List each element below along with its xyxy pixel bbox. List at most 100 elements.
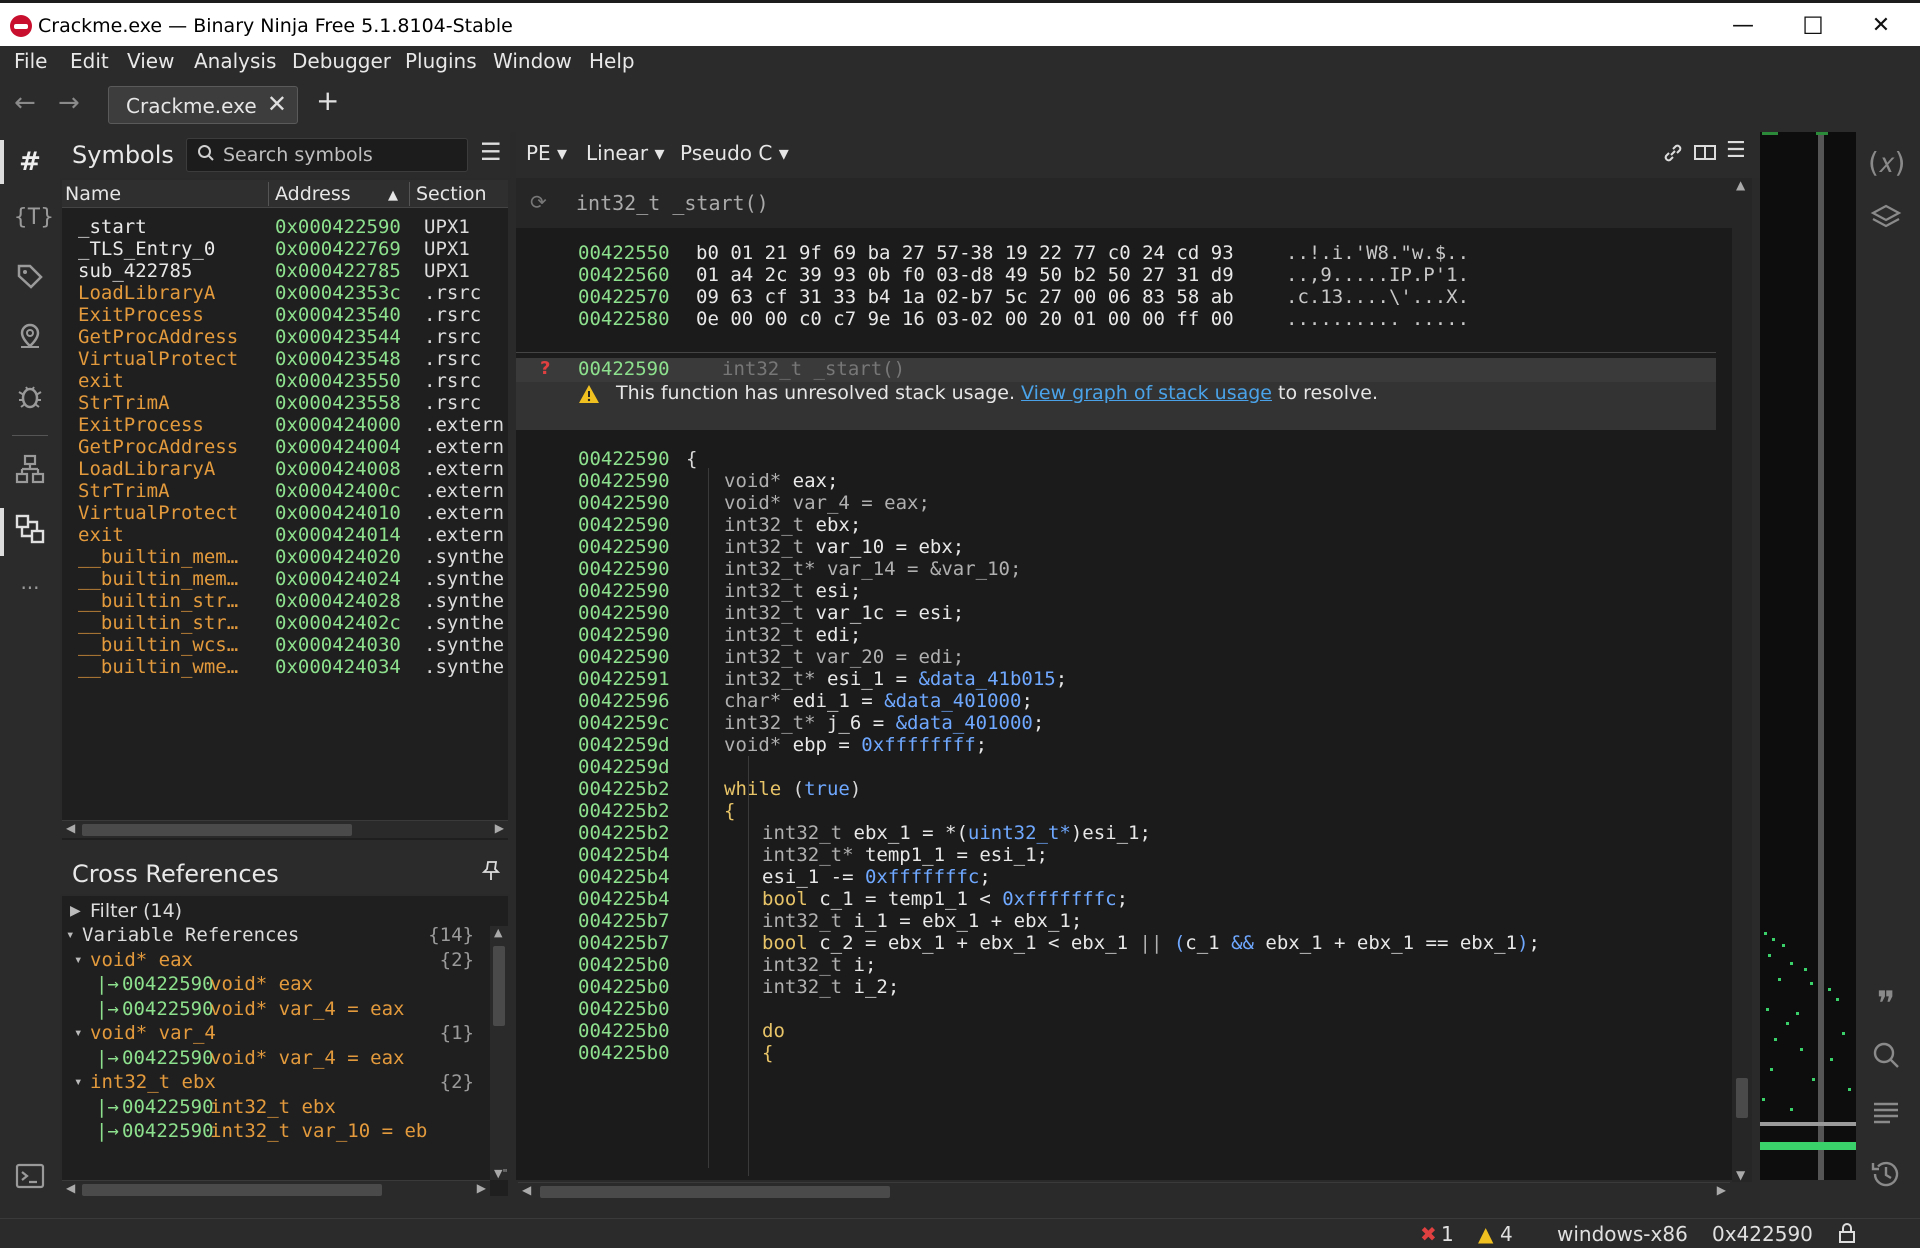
scroll-up-icon[interactable]: ▲ [1736,178,1745,192]
refresh-icon[interactable]: ⟳ [530,190,547,214]
back-arrow-icon[interactable]: ← [14,88,36,118]
pin-icon[interactable] [480,860,502,886]
symbol-row[interactable]: __builtin_wme… 0x000424034 .synthe [62,656,508,683]
platform-pe-dropdown[interactable]: PE ▾ [526,141,567,165]
comments-quote-icon[interactable]: ❞ [1868,984,1904,1024]
new-tab-button[interactable]: + [316,84,339,117]
minimize-button[interactable]: — [1720,9,1766,43]
xrefs-horizontal-scrollbar[interactable]: ◀ ▶ [62,1180,490,1196]
left-sidebar: # {T} ··· [0,132,60,1218]
warning-count[interactable]: 4 [1500,1222,1513,1246]
column-name-header[interactable]: Name [65,183,121,205]
scroll-thumb[interactable] [1736,1078,1748,1118]
scroll-up-icon[interactable]: ▲ [494,926,502,939]
code-horizontal-scrollbar[interactable]: ◀ ▶ [518,1182,1730,1200]
types-braces-icon[interactable]: {T} [14,202,54,234]
scroll-right-icon[interactable]: ▶ [477,1181,486,1195]
scroll-right-icon[interactable]: ▶ [495,821,504,835]
linear-view[interactable]: ⟳ int32_t _start() 00422550 b0 01 21 9f 6… [516,178,1732,1180]
symbol-address: 0x00042353c [275,282,401,304]
log-lines-icon[interactable] [1868,1100,1904,1135]
code-address: 00422590 [578,492,670,514]
view-linear-dropdown[interactable]: Linear ▾ [586,141,665,165]
collapse-arrow-icon[interactable]: ▾ [74,952,82,968]
forward-arrow-icon[interactable]: → [58,88,80,118]
cross-references-icon[interactable] [14,514,46,546]
scroll-thumb[interactable] [82,824,352,836]
menu-help[interactable]: Help [589,49,635,73]
menu-analysis[interactable]: Analysis [194,49,276,73]
hierarchy-icon[interactable] [14,454,46,486]
symbol-name: _TLS_Entry_0 [78,238,216,260]
variables-x-icon[interactable]: (𝑥) [1868,146,1905,180]
scroll-thumb[interactable] [82,1184,382,1196]
feature-map[interactable] [1760,132,1856,1180]
view-stack-graph-link[interactable]: View graph of stack usage [1021,382,1272,404]
symbols-hash-icon[interactable]: # [14,146,46,178]
code-vertical-scrollbar[interactable]: ▲ ▼ [1732,178,1752,1182]
view-menu-icon[interactable]: ☰ [1726,138,1746,163]
function-header-bar: ⟳ int32_t _start() [516,178,1732,228]
symbol-search-input[interactable] [223,144,463,166]
history-icon[interactable] [1868,1158,1904,1197]
symbols-horizontal-scrollbar[interactable]: ◀ ▶ [62,820,508,838]
column-address-header[interactable]: Address [275,183,351,205]
current-address[interactable]: 0x422590 [1712,1222,1813,1246]
terminal-icon[interactable] [14,1162,46,1194]
symbol-name: VirtualProtect [78,502,239,524]
collapse-arrow-icon[interactable]: ▾ [66,927,74,943]
code-text: int32_t* var_14 = &var_10; [724,558,1022,580]
menu-window[interactable]: Window [493,49,572,73]
code-address: 004225b7 [578,932,670,954]
location-pin-icon[interactable] [14,322,46,354]
symbol-search-box[interactable] [186,138,468,172]
code-address: 0042259c [578,712,670,734]
close-tab-icon[interactable]: ✕ [267,90,287,118]
reference-arrow-icon: |→ [96,1120,119,1142]
xref-text: int32_t ebx [90,1071,216,1093]
symbols-menu-icon[interactable]: ☰ [480,138,502,166]
scroll-left-icon[interactable]: ◀ [522,1183,531,1197]
il-pseudo-c-dropdown[interactable]: Pseudo C ▾ [680,141,789,165]
menu-edit[interactable]: Edit [70,49,109,73]
debugger-bug-icon[interactable] [14,382,46,414]
close-window-button[interactable]: ✕ [1858,9,1904,43]
symbol-section: UPX1 [424,238,470,260]
search-panel-icon[interactable] [1868,1040,1904,1077]
column-section-header[interactable]: Section [416,183,487,205]
error-icon: ✖ [1420,1222,1437,1246]
code-text: do [762,1020,785,1042]
scroll-thumb[interactable] [540,1186,890,1198]
menu-plugins[interactable]: Plugins [405,49,477,73]
binary-ninja-app-icon [10,15,32,37]
expand-arrow-icon[interactable]: ▶ [70,903,81,919]
scroll-down-icon[interactable]: ▼ [1736,1168,1745,1182]
link-icon[interactable] [1662,142,1684,168]
scroll-left-icon[interactable]: ◀ [66,821,75,835]
xrefs-vertical-scrollbar[interactable]: ▲ ▼" [490,926,508,1180]
tags-icon[interactable] [14,262,46,294]
tab-crackme[interactable]: Crackme.exe ✕ [108,86,298,124]
split-view-icon[interactable] [1694,143,1716,167]
more-icon[interactable]: ··· [14,572,46,604]
platform-label[interactable]: windows-x86 [1557,1222,1688,1246]
collapse-arrow-icon[interactable]: ▾ [74,1074,82,1090]
symbol-section: .rsrc [424,392,482,414]
menu-view[interactable]: View [127,49,174,73]
scroll-right-icon[interactable]: ▶ [1717,1183,1726,1197]
hex-bytes: 0e 00 00 c0 c7 9e 16 03-02 00 20 01 00 0… [696,308,1234,330]
function-start-line[interactable]: ? 00422590 int32_t _start() [516,358,1716,382]
menu-debugger[interactable]: Debugger [292,49,391,73]
scroll-thumb[interactable] [493,946,505,1026]
warning-text: This function has unresolved stack usage… [616,382,1378,404]
collapse-arrow-icon[interactable]: ▾ [74,1025,82,1041]
symbol-section: .synthe [424,656,505,678]
scroll-left-icon[interactable]: ◀ [66,1181,75,1195]
xref-reference-row[interactable]: |→ 00422590 int32_t var_10 = eb [62,1120,482,1148]
menu-file[interactable]: File [14,49,47,73]
error-count[interactable]: 1 [1441,1222,1454,1246]
lock-icon[interactable] [1838,1222,1856,1248]
scroll-down-icon[interactable]: ▼" [494,1167,508,1180]
maximize-button[interactable]: ☐ [1790,9,1836,43]
layers-icon[interactable] [1868,202,1904,241]
